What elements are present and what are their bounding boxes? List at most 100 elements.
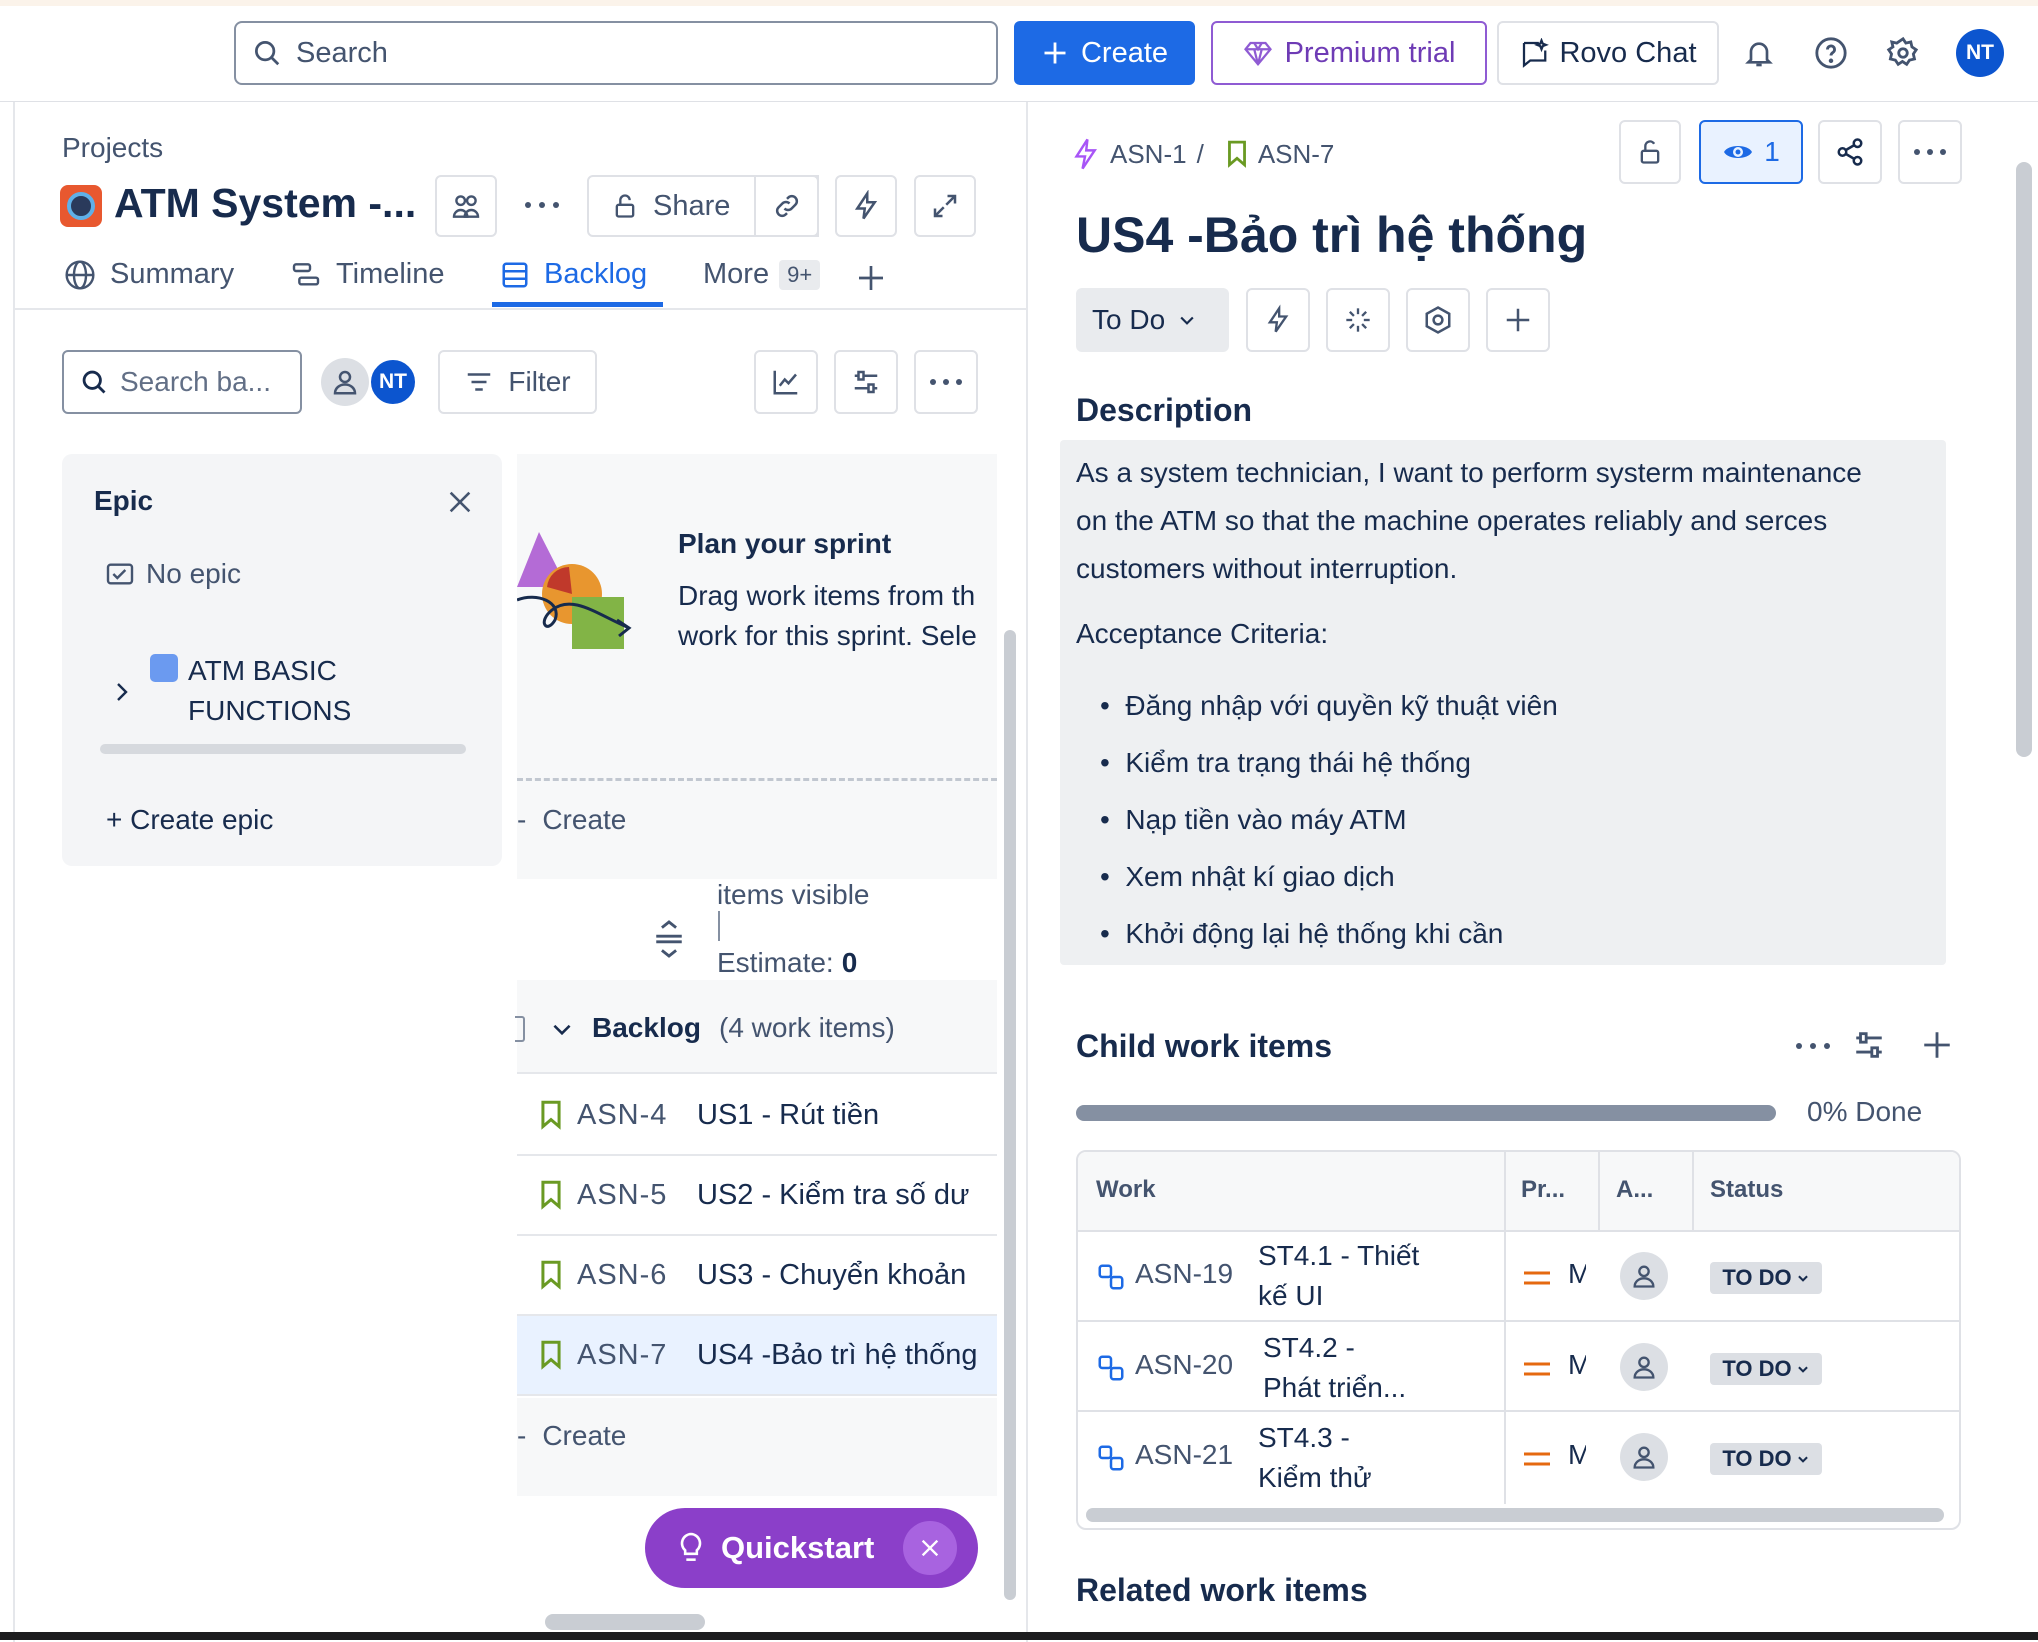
plus-icon	[1503, 305, 1533, 335]
chevron-right-icon[interactable]	[112, 679, 132, 705]
issue-settings-button[interactable]	[1406, 288, 1470, 352]
backlog-row[interactable]: ASN-6 US3 - Chuyển khoản	[517, 1236, 997, 1316]
team-button[interactable]	[435, 175, 497, 237]
restrictions-button[interactable]	[1619, 120, 1681, 184]
issue-summary[interactable]: US4 -Bảo trì hệ thống	[697, 1339, 978, 1372]
create-epic-button[interactable]: + Create epic	[106, 804, 273, 836]
child-key[interactable]: ASN-19	[1135, 1258, 1233, 1290]
child-key[interactable]: ASN-21	[1135, 1439, 1233, 1471]
fullscreen-button[interactable]	[914, 175, 976, 237]
tab-summary[interactable]: Summary	[64, 258, 234, 291]
column-header-assignee[interactable]: A...	[1616, 1176, 1653, 1204]
child-status-dropdown[interactable]: TO DO	[1710, 1353, 1822, 1385]
issue-key[interactable]: ASN-4	[577, 1099, 697, 1132]
assignee-avatar[interactable]	[1620, 1433, 1668, 1481]
current-issue-link[interactable]: ASN-7	[1258, 139, 1335, 170]
child-key[interactable]: ASN-20	[1135, 1349, 1233, 1381]
close-icon[interactable]	[446, 488, 474, 516]
issue-more-button[interactable]	[1898, 120, 1962, 184]
insights-button[interactable]	[754, 350, 818, 414]
assignee-avatar[interactable]	[1620, 1343, 1668, 1391]
settings-gear-icon[interactable]	[1882, 32, 1924, 74]
backlog-horizontal-scrollbar[interactable]	[545, 1614, 705, 1630]
collapse-expand-icon[interactable]	[652, 919, 686, 959]
child-row[interactable]: ASN-20 ST4.2 - Phát triển... M TO DO	[1078, 1324, 1959, 1412]
child-summary[interactable]: ST4.1 - Thiết kế UI	[1258, 1236, 1419, 1316]
tab-timeline[interactable]: Timeline	[290, 258, 445, 291]
help-icon[interactable]	[1810, 32, 1852, 74]
rovo-chat-button[interactable]: Rovo Chat	[1497, 21, 1719, 85]
epic-scrollbar[interactable]	[100, 744, 466, 754]
breadcrumb-projects[interactable]: Projects	[62, 132, 163, 164]
issue-summary[interactable]: US2 - Kiểm tra số dư	[697, 1179, 969, 1212]
child-row[interactable]: ASN-19 ST4.1 - Thiết kế UI M TO DO	[1078, 1232, 1959, 1322]
child-more-icon[interactable]	[1793, 1030, 1833, 1062]
assignee-avatar[interactable]	[1620, 1252, 1668, 1300]
epic-item-atm-basic-functions[interactable]: ATM BASIC FUNCTIONS	[188, 651, 351, 731]
child-priority: M	[1568, 1439, 1586, 1471]
unassigned-avatar-filter[interactable]	[321, 358, 369, 406]
project-more-icon[interactable]	[520, 190, 564, 220]
column-header-status[interactable]: Status	[1710, 1176, 1783, 1204]
status-dropdown[interactable]: To Do	[1076, 288, 1229, 352]
detail-vertical-scrollbar[interactable]	[2016, 162, 2032, 757]
user-avatar[interactable]: NT	[1956, 29, 2004, 77]
issue-key[interactable]: ASN-5	[577, 1179, 697, 1212]
backlog-row-selected[interactable]: ASN-7 US4 -Bảo trì hệ thống	[517, 1316, 997, 1396]
quickstart-button[interactable]: Quickstart	[645, 1508, 978, 1588]
backlog-search-input[interactable]: Search ba...	[62, 350, 302, 414]
automation-button[interactable]	[835, 175, 897, 237]
watch-button[interactable]: 1	[1699, 120, 1803, 184]
filter-icon	[464, 367, 494, 397]
add-tab-plus-icon[interactable]	[855, 262, 887, 294]
child-summary[interactable]: ST4.2 - Phát triển...	[1263, 1328, 1406, 1408]
chevron-down-icon[interactable]	[549, 1016, 575, 1042]
backlog-checkbox[interactable]	[515, 1016, 525, 1042]
child-summary[interactable]: ST4.3 - Kiểm thử	[1258, 1418, 1372, 1498]
issue-summary[interactable]: US3 - Chuyển khoản	[697, 1259, 966, 1292]
notifications-bell-icon[interactable]	[1738, 32, 1780, 74]
child-status-dropdown[interactable]: TO DO	[1710, 1262, 1822, 1294]
top-navigation-bar: Search Create Premium trial Rovo Chat NT	[0, 6, 2038, 102]
no-epic-item[interactable]: No epic	[104, 558, 241, 590]
share-issue-button[interactable]	[1818, 120, 1882, 184]
issue-title[interactable]: US4 -Bảo trì hệ thống	[1076, 206, 1587, 264]
child-row[interactable]: ASN-21 ST4.3 - Kiểm thử M TO DO	[1078, 1414, 1959, 1504]
backlog-more-button[interactable]	[914, 350, 978, 414]
quickstart-close-button[interactable]	[903, 1521, 957, 1575]
global-search-input[interactable]: Search	[234, 21, 998, 85]
add-child-plus-icon[interactable]	[1920, 1028, 1954, 1062]
issue-key[interactable]: ASN-6	[577, 1259, 697, 1292]
backlog-header[interactable]: Backlog (4 work items)	[515, 980, 997, 1074]
loading-action-button[interactable]	[1326, 288, 1390, 352]
backlog-row[interactable]: ASN-4 US1 - Rút tiền	[517, 1076, 997, 1156]
issue-key[interactable]: ASN-7	[577, 1339, 697, 1372]
view-settings-button[interactable]	[834, 350, 898, 414]
sprint-create-button[interactable]: - Create	[517, 804, 626, 836]
backlog-vertical-scrollbar[interactable]	[1004, 630, 1016, 1600]
filter-button[interactable]: Filter	[438, 350, 597, 414]
priority-medium-icon	[1524, 1451, 1550, 1467]
child-settings-sliders-icon[interactable]	[1852, 1028, 1886, 1062]
column-header-work[interactable]: Work	[1096, 1176, 1156, 1204]
premium-trial-button[interactable]: Premium trial	[1211, 21, 1487, 85]
child-status-dropdown[interactable]: TO DO	[1710, 1443, 1822, 1475]
criteria-text: Nạp tiền vào máy ATM	[1125, 804, 1407, 835]
table-horizontal-scrollbar[interactable]	[1086, 1508, 1944, 1522]
person-icon	[1630, 1262, 1658, 1290]
add-field-button[interactable]	[1486, 288, 1550, 352]
backlog-create-button[interactable]: - Create	[517, 1420, 626, 1452]
tab-more[interactable]: More 9+	[703, 258, 821, 291]
project-title[interactable]: ATM System -...	[114, 180, 416, 227]
create-button[interactable]: Create	[1014, 21, 1195, 85]
column-header-priority[interactable]: Pr...	[1521, 1176, 1565, 1204]
issue-summary[interactable]: US1 - Rút tiền	[697, 1099, 879, 1132]
epic-name-line-2: FUNCTIONS	[188, 695, 352, 726]
description-line-1: As a system technician, I want to perfor…	[1076, 457, 1862, 488]
issue-automation-button[interactable]	[1246, 288, 1310, 352]
user-avatar-filter[interactable]: NT	[369, 358, 417, 406]
parent-issue-link[interactable]: ASN-1	[1110, 139, 1187, 170]
copy-link-button[interactable]	[754, 175, 819, 237]
tab-backlog[interactable]: Backlog	[500, 258, 647, 291]
backlog-row[interactable]: ASN-5 US2 - Kiểm tra số dư	[517, 1156, 997, 1236]
